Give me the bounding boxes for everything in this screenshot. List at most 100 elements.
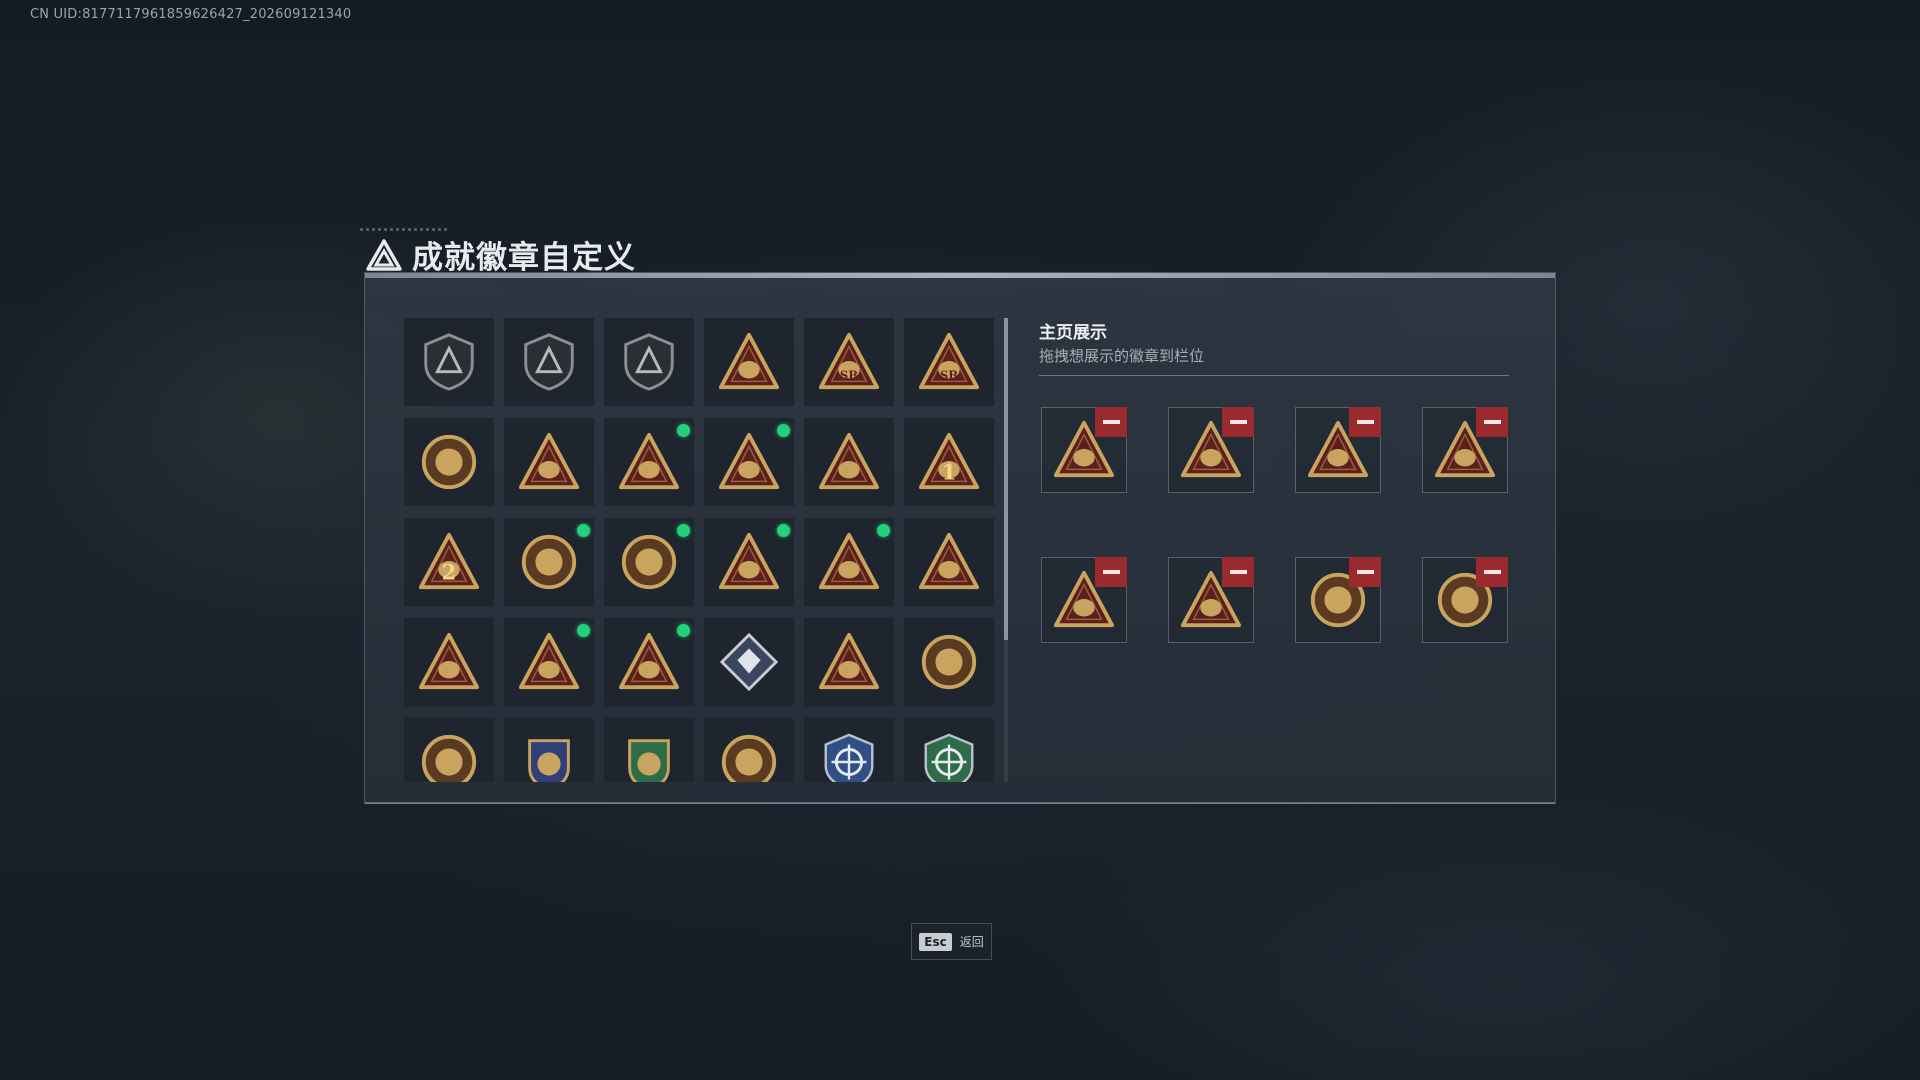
new-indicator-dot bbox=[777, 524, 790, 537]
badge-cell[interactable] bbox=[404, 718, 494, 782]
wings-shield-badge-icon bbox=[624, 333, 674, 391]
badge-grid-scrollbar[interactable] bbox=[1004, 318, 1008, 782]
remove-badge-button[interactable] bbox=[1476, 407, 1508, 437]
showcase-slot[interactable] bbox=[1295, 407, 1381, 493]
crosshair-green-badge-icon bbox=[924, 733, 974, 782]
badge-cell[interactable] bbox=[504, 718, 594, 782]
badge-cell[interactable] bbox=[704, 618, 794, 706]
badge-glyph-text: SB bbox=[840, 368, 858, 382]
badge-cell[interactable] bbox=[704, 518, 794, 606]
badge-cell[interactable]: SB bbox=[904, 318, 994, 406]
remove-badge-button[interactable] bbox=[1476, 557, 1508, 587]
sb-triangle-badge-icon: SB bbox=[818, 332, 880, 390]
panel-top-bar bbox=[365, 273, 1555, 278]
crosshair-blue-badge-icon bbox=[824, 733, 874, 782]
badge-cell[interactable] bbox=[404, 618, 494, 706]
remove-badge-button[interactable] bbox=[1095, 557, 1127, 587]
gear-medal-badge-icon bbox=[421, 434, 477, 490]
new-indicator-dot bbox=[577, 524, 590, 537]
panel-bottom-line bbox=[365, 802, 1555, 804]
badge-cell[interactable] bbox=[804, 618, 894, 706]
minus-icon bbox=[1229, 420, 1247, 424]
minus-icon bbox=[1229, 570, 1247, 574]
minus-icon bbox=[1102, 420, 1120, 424]
minus-icon bbox=[1483, 420, 1501, 424]
tank-triangle-badge-icon bbox=[618, 432, 680, 490]
sb-winged-triangle-badge-icon: SB bbox=[918, 332, 980, 390]
showcase-divider bbox=[1039, 375, 1509, 376]
badge-cell[interactable] bbox=[504, 318, 594, 406]
winged-beast-triangle-badge-icon bbox=[518, 632, 580, 690]
small-shield-badge-icon bbox=[421, 734, 477, 782]
skull-medal-badge-icon bbox=[721, 734, 777, 782]
showcase-slot[interactable] bbox=[1295, 557, 1381, 643]
minus-icon bbox=[1356, 570, 1374, 574]
helicopter-shield-badge-icon bbox=[524, 333, 574, 391]
new-indicator-dot bbox=[777, 424, 790, 437]
soldier-triangle-badge-icon bbox=[718, 432, 780, 490]
triangle-logo-icon bbox=[366, 238, 402, 271]
badge-customize-panel: SB SB 1 2 主页展示 拖拽想展示的徽章到栏位 bbox=[364, 272, 1556, 804]
badge-grid-scroll-area[interactable]: SB SB 1 2 bbox=[404, 318, 1000, 782]
scrollbar-thumb[interactable] bbox=[1004, 318, 1008, 640]
showcase-slot[interactable] bbox=[1041, 407, 1127, 493]
esc-key-icon: Esc bbox=[919, 932, 952, 951]
shield-dark-badge-icon bbox=[424, 333, 474, 391]
remove-badge-button[interactable] bbox=[1349, 407, 1381, 437]
hand-sign-triangle-badge-icon bbox=[518, 432, 580, 490]
globe-emblem-badge-icon bbox=[621, 534, 677, 590]
badge-cell[interactable] bbox=[904, 518, 994, 606]
runner-triangle-badge-icon bbox=[818, 532, 880, 590]
showcase-slot[interactable] bbox=[1422, 407, 1508, 493]
badge-glyph-text: SB bbox=[940, 368, 958, 382]
badge-cell[interactable] bbox=[604, 318, 694, 406]
badge-cell[interactable] bbox=[604, 718, 694, 782]
new-indicator-dot bbox=[677, 524, 690, 537]
badge-glyph-text: 1 bbox=[942, 460, 957, 485]
badge-cell[interactable] bbox=[804, 718, 894, 782]
diamond-crystal-badge-icon bbox=[719, 632, 779, 692]
showcase-slots bbox=[1041, 407, 1508, 643]
badge-cell[interactable] bbox=[404, 418, 494, 506]
badge-cell[interactable] bbox=[604, 518, 694, 606]
badge-cell[interactable]: SB bbox=[804, 318, 894, 406]
badge-cell[interactable]: 2 bbox=[404, 518, 494, 606]
beast-triangle-badge-icon bbox=[418, 632, 480, 690]
showcase-slot[interactable] bbox=[1041, 557, 1127, 643]
badge-cell[interactable] bbox=[904, 618, 994, 706]
badge-cell[interactable] bbox=[504, 518, 594, 606]
new-indicator-dot bbox=[577, 624, 590, 637]
showcase-slot[interactable] bbox=[1422, 557, 1508, 643]
badge-cell[interactable] bbox=[804, 518, 894, 606]
new-indicator-dot bbox=[677, 424, 690, 437]
heart-triangle-badge-icon bbox=[918, 532, 980, 590]
badge-cell[interactable] bbox=[504, 618, 594, 706]
rocket-triangle-badge-icon bbox=[618, 632, 680, 690]
supply-triangle-badge-icon bbox=[718, 532, 780, 590]
badge-cell[interactable] bbox=[604, 418, 694, 506]
badge-cell[interactable] bbox=[704, 418, 794, 506]
number-2-triangle-badge-icon: 2 bbox=[418, 532, 480, 590]
showcase-slot[interactable] bbox=[1168, 407, 1254, 493]
badge-cell[interactable] bbox=[704, 718, 794, 782]
remove-badge-button[interactable] bbox=[1349, 557, 1381, 587]
remove-badge-button[interactable] bbox=[1222, 407, 1254, 437]
showcase-subtitle: 拖拽想展示的徽章到栏位 bbox=[1039, 347, 1205, 365]
badge-cell[interactable] bbox=[904, 718, 994, 782]
badge-cell[interactable]: 1 bbox=[904, 418, 994, 506]
back-button[interactable]: Esc 返回 bbox=[911, 923, 992, 960]
remove-badge-button[interactable] bbox=[1095, 407, 1127, 437]
back-label: 返回 bbox=[959, 935, 984, 949]
showcase-slot[interactable] bbox=[1168, 557, 1254, 643]
uid-label: CN UID:8177117961859626427_202609121340 bbox=[30, 7, 352, 22]
badge-cell[interactable] bbox=[604, 618, 694, 706]
page-title: 成就徽章自定义 bbox=[412, 240, 636, 276]
blue-crest-badge-icon bbox=[528, 739, 570, 782]
badge-cell[interactable] bbox=[804, 418, 894, 506]
title-decoration bbox=[360, 228, 450, 231]
badge-cell[interactable] bbox=[704, 318, 794, 406]
badge-cell[interactable] bbox=[504, 418, 594, 506]
remove-badge-button[interactable] bbox=[1222, 557, 1254, 587]
star-compass-medal-badge-icon bbox=[921, 634, 977, 690]
badge-cell[interactable] bbox=[404, 318, 494, 406]
